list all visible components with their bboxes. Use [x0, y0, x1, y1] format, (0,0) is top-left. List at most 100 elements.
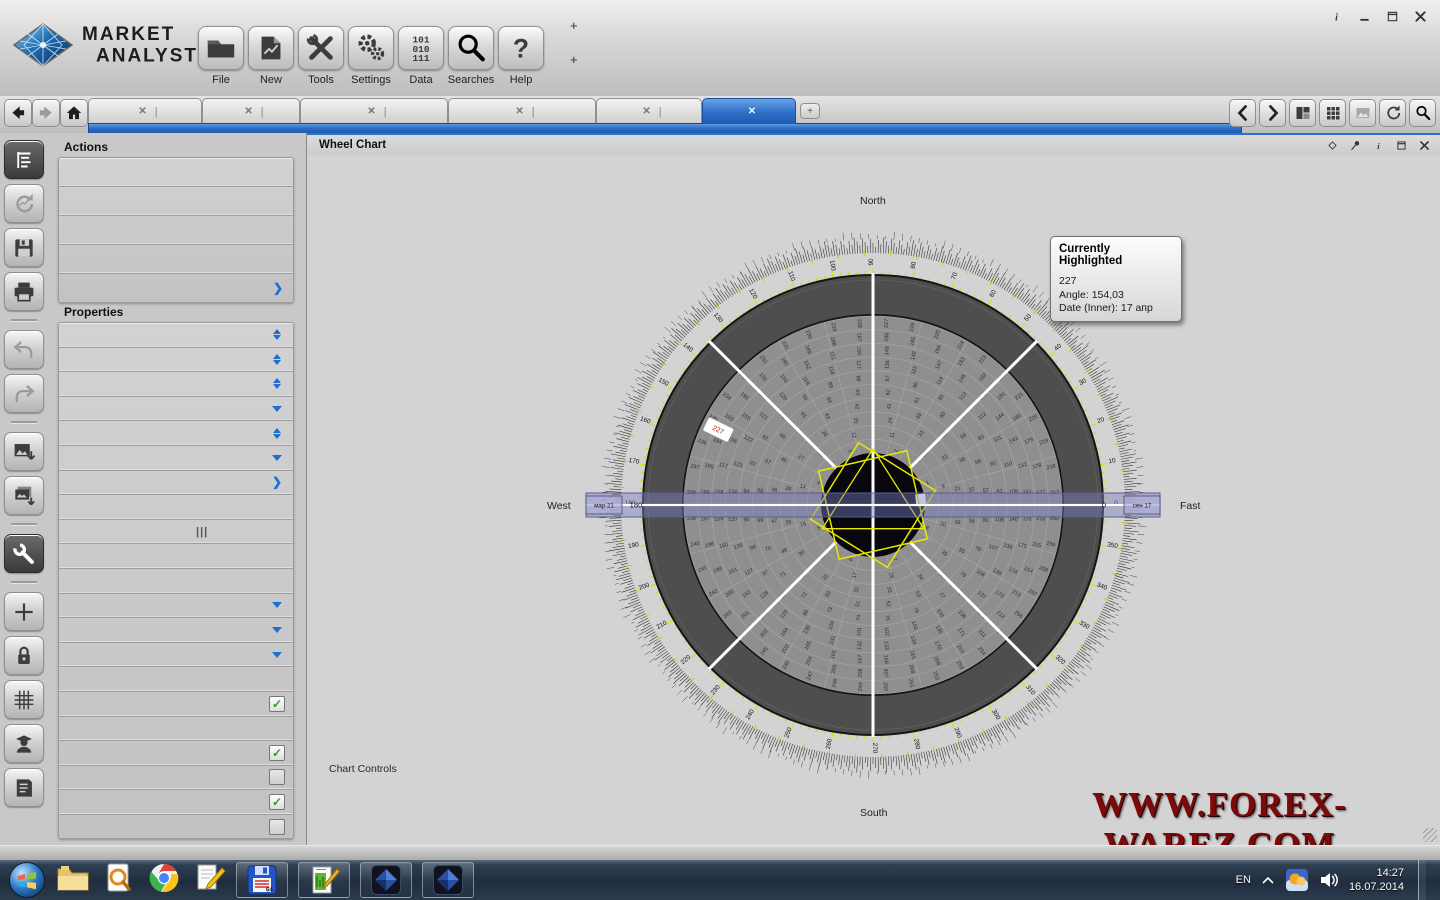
panel-info-button[interactable]: i: [1370, 137, 1386, 153]
property-row-show-background[interactable]: ✓: [59, 741, 293, 766]
toolbar-button-help[interactable]: ?Help: [496, 26, 546, 86]
resize-grip[interactable]: [1423, 828, 1437, 842]
slider-handle[interactable]: |||: [196, 526, 208, 538]
taskbar-search-button[interactable]: [104, 862, 134, 899]
toolstrip-refresh-chart-button[interactable]: [4, 184, 44, 223]
snapshot-button[interactable]: [1349, 99, 1376, 127]
tab-square-of-nine[interactable]: ✕|: [300, 98, 448, 124]
weather-tray-icon[interactable]: [1285, 868, 1309, 892]
property-row-increment[interactable]: [59, 372, 293, 397]
tab-close-icon[interactable]: ✕: [748, 106, 756, 117]
checkbox-checked[interactable]: ✓: [268, 794, 286, 810]
window-restore-button[interactable]: [1382, 6, 1402, 26]
property-row-start-price[interactable]: [59, 348, 293, 373]
taskbar-floppy-64-button[interactable]: 64: [236, 862, 288, 898]
expand-plus-bottom[interactable]: +: [570, 52, 578, 67]
new-tab-button[interactable]: +: [800, 103, 820, 119]
start-button[interactable]: [8, 861, 46, 900]
panel-restore-button[interactable]: [1393, 137, 1409, 153]
property-row-bar-angle[interactable]: [59, 495, 293, 520]
expand-plus-top[interactable]: +: [570, 18, 578, 33]
property-row-date-control-link[interactable]: ✓: [59, 790, 293, 815]
chevron-right-button[interactable]: [1259, 99, 1286, 127]
clock[interactable]: 14:27 16.07.2014: [1349, 866, 1404, 894]
taskbar-notepad-button[interactable]: [194, 862, 226, 899]
toolstrip-news-button[interactable]: [4, 768, 44, 807]
toolstrip-wrench-button[interactable]: [4, 534, 44, 573]
date-control-bar[interactable]: мар 211800сен 17: [586, 493, 1160, 517]
toolstrip-chart-type-button[interactable]: [4, 140, 44, 179]
spinner-control[interactable]: [268, 354, 286, 365]
back-button[interactable]: [4, 99, 32, 127]
tab-wheel[interactable]: ✕: [702, 98, 796, 124]
checkbox-checked[interactable]: ✓: [268, 745, 286, 761]
checkbox-unchecked[interactable]: [268, 819, 286, 835]
toolbar-button-settings[interactable]: Settings: [346, 26, 396, 86]
property-row-ring-2-angle[interactable]: [59, 569, 293, 594]
property-row-ring-1-angle[interactable]: [59, 544, 293, 569]
toolbar-button-file[interactable]: File: [196, 26, 246, 86]
spinner-control[interactable]: [268, 329, 286, 340]
panel-diamond-button[interactable]: [1324, 137, 1340, 153]
panes-button[interactable]: [1289, 99, 1316, 127]
spinner-control[interactable]: [268, 428, 286, 439]
tab-close-icon[interactable]: ✕: [367, 106, 375, 117]
property-row-rings[interactable]: [59, 323, 293, 348]
chevron-left-button[interactable]: [1229, 99, 1256, 127]
toolstrip-grid-lines-button[interactable]: [4, 680, 44, 719]
toolbar-button-tools[interactable]: Tools: [296, 26, 346, 86]
dropdown-chevron-icon[interactable]: [268, 450, 286, 466]
volume-tray-icon[interactable]: [1319, 871, 1339, 889]
action-item-save-settings-as-default[interactable]: [59, 245, 293, 274]
language-indicator[interactable]: EN: [1236, 874, 1251, 886]
forward-button[interactable]: [32, 99, 60, 127]
tab-square-of-four[interactable]: ✕|: [448, 98, 596, 124]
window-minimize-button[interactable]: [1354, 6, 1374, 26]
toolstrip-export-image-button[interactable]: [4, 432, 44, 471]
tray-expand-icon[interactable]: [1261, 875, 1275, 885]
grid-button[interactable]: [1319, 99, 1346, 127]
property-row-selected-price[interactable]: [59, 421, 293, 446]
tab-eeft[interactable]: ✕|: [202, 98, 300, 124]
taskbar-chart-note-button[interactable]: [298, 862, 350, 898]
magnifier-button[interactable]: [1409, 99, 1436, 127]
taskbar-chrome-button[interactable]: [148, 862, 180, 899]
checkbox-unchecked[interactable]: [268, 769, 286, 785]
property-row-show-planets[interactable]: [59, 766, 293, 791]
tab-close-icon[interactable]: ✕: [642, 106, 650, 117]
toolbar-button-new[interactable]: New: [246, 26, 296, 86]
toolstrip-export-images-button[interactable]: [4, 476, 44, 515]
dropdown-chevron-icon[interactable]: [268, 647, 286, 663]
toolstrip-save-button[interactable]: [4, 228, 44, 267]
taskbar-explorer-button[interactable]: [56, 863, 90, 898]
property-row-stay-on-top[interactable]: [59, 815, 293, 839]
panel-close-button[interactable]: [1416, 137, 1432, 153]
show-desktop-button[interactable]: [1418, 860, 1426, 900]
toolstrip-plus-button[interactable]: [4, 592, 44, 631]
submenu-arrow-icon[interactable]: ❯: [268, 475, 286, 489]
dropdown-chevron-icon[interactable]: [268, 401, 286, 417]
property-row-dates-direction[interactable]: [59, 397, 293, 422]
panel-pin-button[interactable]: [1347, 137, 1363, 153]
property-row-date-ring-2[interactable]: [59, 618, 293, 643]
action-item-send-to[interactable]: ❯: [59, 274, 293, 302]
property-row-overlays[interactable]: ❯: [59, 471, 293, 496]
property-row-price[interactable]: [59, 667, 293, 692]
property-row-date-ring-1[interactable]: [59, 594, 293, 619]
checkbox-checked[interactable]: ✓: [268, 696, 286, 712]
property-row-view-angle[interactable]: [59, 717, 293, 742]
dropdown-chevron-icon[interactable]: [268, 597, 286, 613]
toolstrip-lock-button[interactable]: [4, 636, 44, 675]
property-row-degree-layout[interactable]: [59, 446, 293, 471]
action-item-restore-default-settings[interactable]: [59, 216, 293, 245]
toolbar-button-data[interactable]: 101010111Data: [396, 26, 446, 86]
tab-hexagon[interactable]: ✕|: [596, 98, 702, 124]
property-row-bar-width[interactable]: |||: [59, 520, 293, 545]
tab-close-icon[interactable]: ✕: [138, 106, 146, 117]
toolbar-button-searches[interactable]: Searches: [446, 26, 496, 86]
action-item-clone-chart[interactable]: [59, 158, 293, 187]
window-info-button[interactable]: i: [1326, 6, 1346, 26]
home-button[interactable]: [60, 99, 88, 127]
toolstrip-print-button[interactable]: [4, 272, 44, 311]
property-row-time-style[interactable]: [59, 643, 293, 668]
